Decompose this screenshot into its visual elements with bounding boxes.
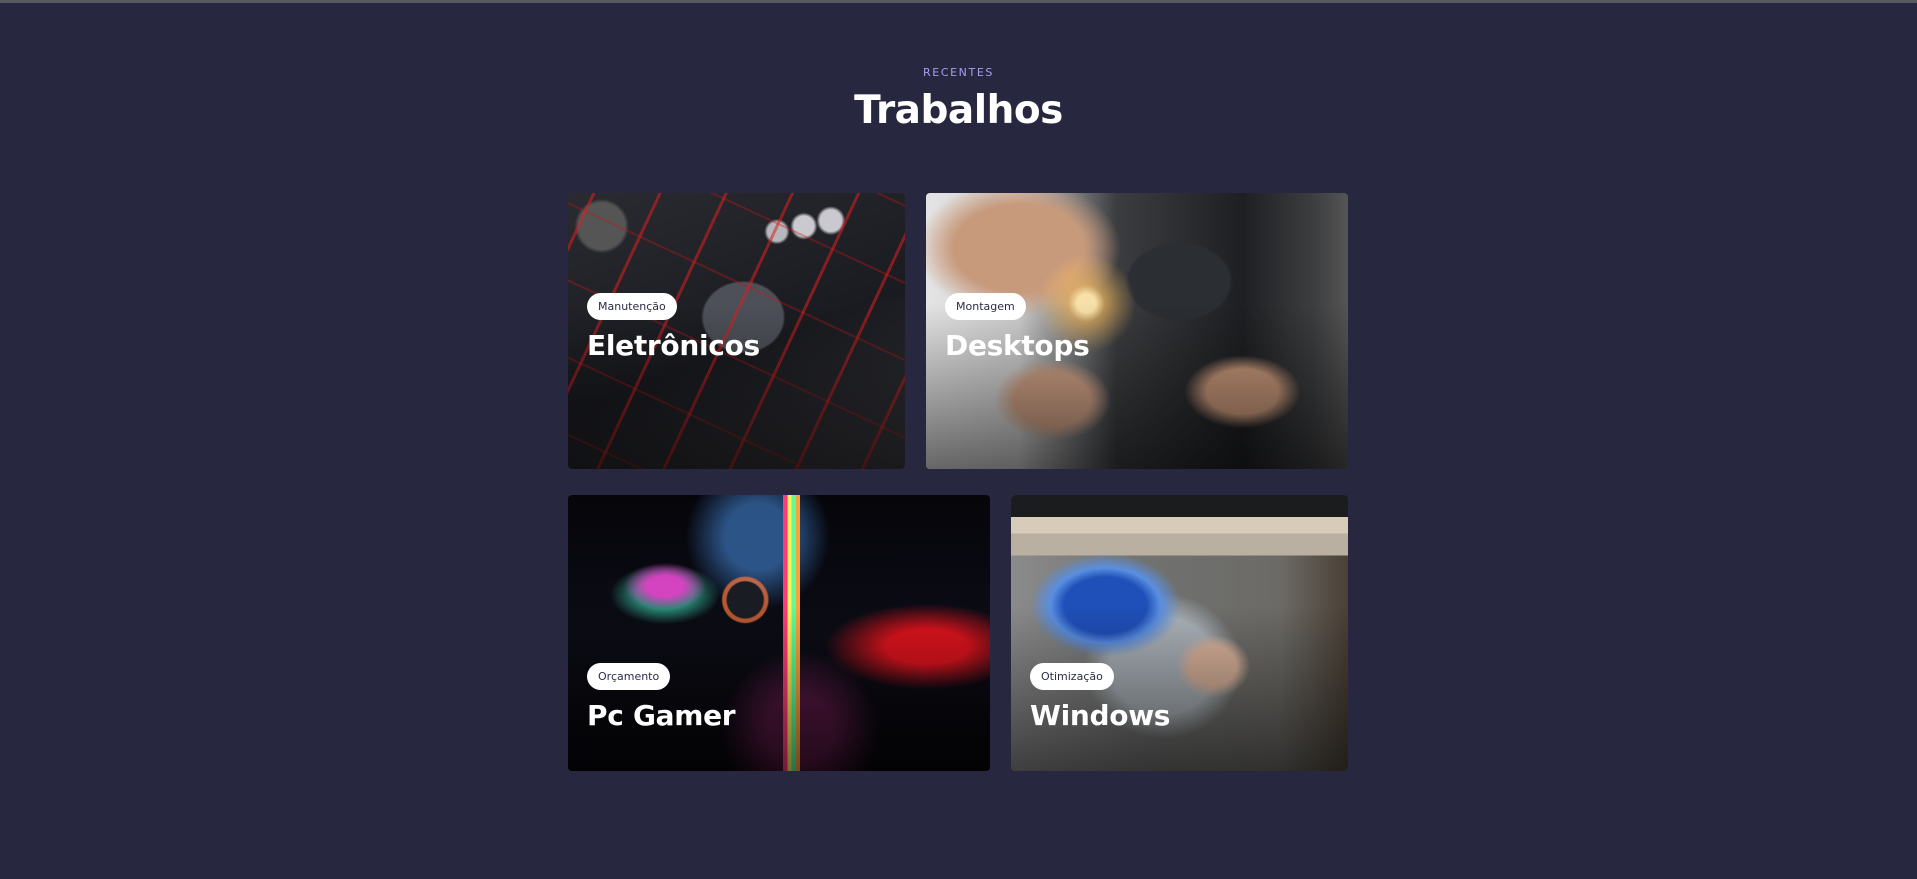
card-title: Pc Gamer	[587, 699, 736, 732]
section-eyebrow: RECENTES	[923, 66, 994, 79]
card-title: Windows	[1030, 699, 1171, 732]
card-title: Eletrônicos	[587, 329, 760, 362]
top-border	[0, 0, 1917, 3]
card-tag: Otimização	[1030, 663, 1114, 690]
works-section: RECENTES Trabalhos Manutenção Eletrônico…	[0, 0, 1917, 879]
work-card-eletronicos[interactable]: Manutenção Eletrônicos	[568, 193, 905, 469]
section-heading: Trabalhos	[854, 88, 1063, 133]
work-card-desktops[interactable]: Montagem Desktops	[926, 193, 1348, 469]
card-title: Desktops	[945, 329, 1090, 362]
work-card-pc-gamer[interactable]: Orçamento Pc Gamer	[568, 495, 990, 771]
card-tag: Montagem	[945, 293, 1026, 320]
card-tag: Orçamento	[587, 663, 671, 690]
card-tag: Manutenção	[587, 293, 677, 320]
work-card-windows[interactable]: Otimização Windows	[1011, 495, 1348, 771]
